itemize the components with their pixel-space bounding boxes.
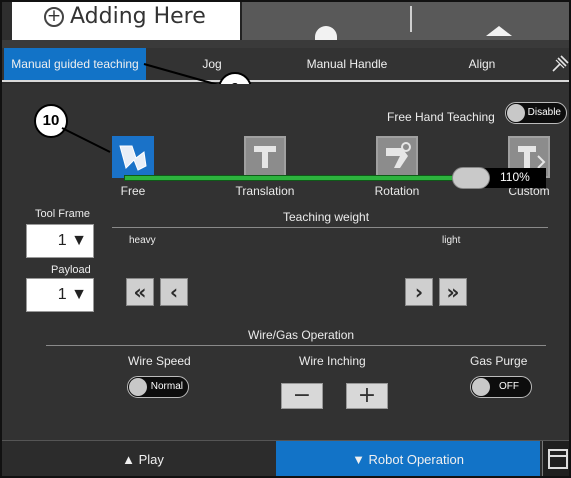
mode-translation-label: Translation [235,184,295,198]
tab-bar: Manual guided teaching Jog Manual Handle… [2,48,570,82]
tab-manual-handle[interactable]: Manual Handle [292,48,402,80]
wire-gas-divider [46,345,546,346]
gas-purge-toggle[interactable]: OFF [470,376,532,398]
add-here-panel[interactable]: + Adding Here [12,2,242,40]
payload-value: 1 [57,286,67,303]
window-icon[interactable] [542,441,569,476]
dome-icon[interactable] [315,26,337,40]
add-circle-icon: + [44,7,64,27]
adding-here-button[interactable]: + Adding Here [44,4,206,29]
tab-align[interactable]: Align [442,48,522,80]
free-hand-teaching-toggle[interactable]: Disable [505,102,567,124]
teaching-weight-divider [112,227,548,228]
wire-inching-label: Wire Inching [299,354,366,368]
main-panel: Free Hand Teaching Disable 10 Free Trans… [2,84,569,440]
payload-select[interactable]: 1 ▼ [26,278,94,312]
bottom-bar: ▲ Play ▼ Robot Operation [2,440,569,476]
spacer [2,40,569,48]
tab-manual-guided-teaching[interactable]: Manual guided teaching [4,48,146,80]
dropdown-arrow-icon: ▼ [71,286,87,303]
mode-rotation-button[interactable]: Rotation [352,136,442,198]
mode-translation-button[interactable]: Translation [220,136,310,198]
wire-gas-title: Wire/Gas Operation [248,328,355,342]
play-button[interactable]: ▲ Play [12,441,274,476]
robot-operation-button[interactable]: ▼ Robot Operation [276,441,540,476]
free-hand-teaching-label: Free Hand Teaching [387,110,495,124]
fast-increase-button[interactable]: » [439,278,467,306]
mode-free-label: Free [120,184,146,198]
gas-purge-label: Gas Purge [470,354,528,368]
payload-label: Payload [51,264,91,276]
teaching-weight-value: 110% [500,170,530,184]
wire-speed-label: Wire Speed [128,354,191,368]
gas-purge-state: OFF [499,381,519,392]
toggle-knob [472,378,490,396]
translation-robot-icon [244,136,286,178]
toolbar-divider [410,6,412,32]
pin-icon[interactable] [550,54,570,74]
free-robot-icon [112,136,154,178]
mode-free-button[interactable]: Free [88,136,178,198]
tool-frame-value: 1 [57,232,67,249]
top-toolbar [242,2,569,40]
app-window: + Adding Here Manual guided teaching Jog … [0,0,571,478]
wire-speed-state: Normal [150,381,183,392]
light-label: light [442,235,461,246]
wire-inching-minus-button[interactable]: − [281,383,323,409]
tool-frame-label: Tool Frame [35,208,91,220]
teaching-weight-title: Teaching weight [283,210,370,224]
mode-custom-button[interactable]: Custom [484,136,569,198]
toggle-knob [507,104,525,122]
tool-frame-select[interactable]: 1 ▼ [26,224,94,258]
adding-here-label: Adding Here [70,4,206,29]
toggle-knob [129,378,147,396]
heavy-label: heavy [129,235,156,246]
wire-speed-toggle[interactable]: Normal [127,376,189,398]
rotation-robot-icon [376,136,418,178]
diamond-icon[interactable] [486,26,512,36]
mode-rotation-label: Rotation [374,184,420,198]
toggle-state: Disable [527,107,561,118]
decrease-button[interactable]: ‹ [160,278,188,306]
wire-inching-plus-button[interactable]: + [346,383,388,409]
dropdown-arrow-icon: ▼ [71,232,87,249]
fast-decrease-button[interactable]: « [126,278,154,306]
increase-button[interactable]: › [405,278,433,306]
teaching-weight-slider-handle[interactable] [452,167,490,189]
teaching-weight-track[interactable] [124,175,464,181]
